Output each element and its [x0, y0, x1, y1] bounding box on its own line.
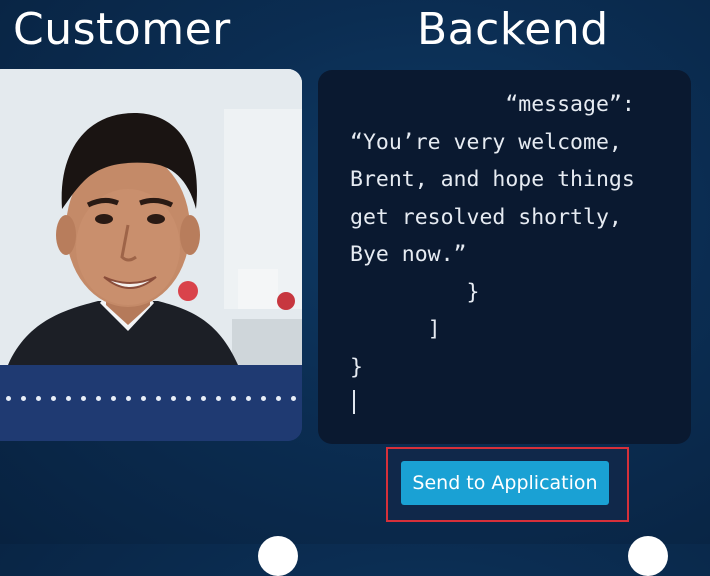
customer-video-panel: [0, 69, 302, 441]
backend-code-text: “message”: “You’re very welcome, Brent, …: [350, 92, 635, 380]
bottom-right-control[interactable]: [628, 536, 668, 576]
backend-header: Backend: [417, 4, 609, 55]
bottom-left-control[interactable]: [258, 536, 298, 576]
audio-indicator: [0, 365, 302, 441]
send-to-application-button[interactable]: Send to Application: [401, 461, 609, 505]
text-cursor: [353, 390, 355, 414]
backend-code-panel: “message”: “You’re very welcome, Brent, …: [318, 70, 691, 444]
customer-avatar-icon: [0, 69, 302, 365]
audio-dots-icon: [6, 396, 296, 401]
customer-photo: [0, 69, 302, 365]
customer-header: Customer: [13, 4, 231, 55]
